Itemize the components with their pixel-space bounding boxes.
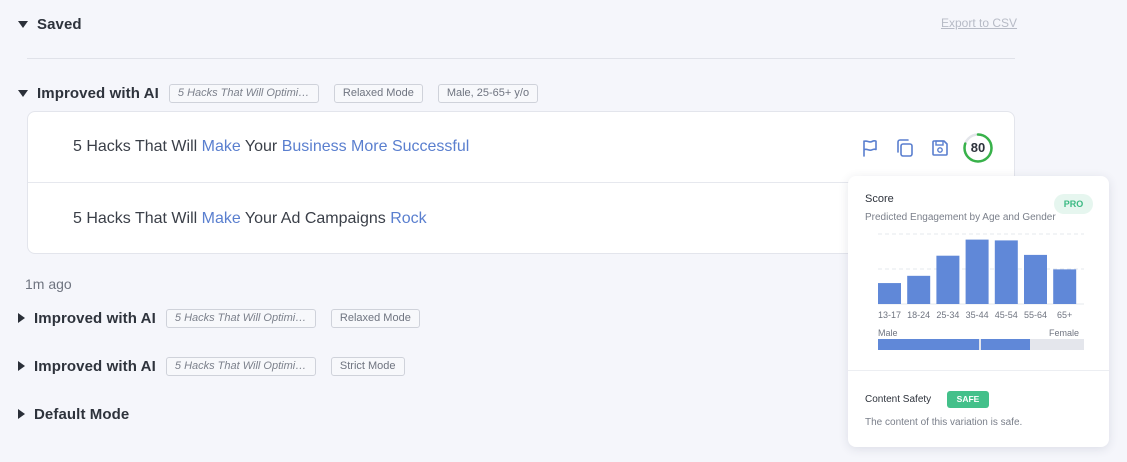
- text-segment: Your: [240, 138, 282, 155]
- divider: [848, 370, 1109, 371]
- content-safety-label: Content Safety: [865, 394, 932, 405]
- row-actions: 80: [846, 132, 994, 164]
- source-text-chip: 5 Hacks That Will Optimize Your Business: [165, 356, 316, 376]
- section-title: Improved with AI: [34, 309, 156, 327]
- variation-text: 5 Hacks That Will Make Your Ad Campaigns…: [73, 210, 427, 228]
- bar-45-54: [994, 240, 1018, 304]
- variation-text: 5 Hacks That Will Make Your Business Mor…: [73, 138, 469, 156]
- default-mode-header[interactable]: Default Mode: [18, 404, 139, 424]
- score-popover: Score Predicted Engagement by Age and Ge…: [848, 176, 1109, 447]
- ai-group-header[interactable]: Improved with AI 5 Hacks That Will Optim…: [18, 83, 553, 103]
- text-segment: 5 Hacks That Will: [73, 209, 202, 227]
- bar-35-44: [965, 239, 989, 304]
- content-safety-text: The content of this variation is safe.: [865, 417, 1023, 428]
- divider: [27, 58, 1015, 59]
- female-label: Female: [1049, 328, 1080, 338]
- export-csv-link[interactable]: Export to CSV: [941, 16, 1017, 30]
- source-text-chip: 5 Hacks That Will Optimize Your Business: [168, 83, 319, 103]
- caret-right-icon: [18, 409, 25, 419]
- male-label: Male: [878, 328, 898, 338]
- highlighted-word: Make: [201, 209, 241, 227]
- variation-row[interactable]: 5 Hacks That Will Make Your Business Mor…: [28, 112, 1014, 183]
- tick-label: 45-54: [995, 310, 1018, 320]
- section-title: Improved with AI: [34, 357, 156, 375]
- section-title: Default Mode: [34, 405, 130, 423]
- gender-bar: [878, 339, 1084, 350]
- caret-right-icon: [18, 313, 25, 323]
- highlighted-word: Make: [201, 138, 241, 155]
- engagement-chart: 13-17 18-24 25-34 35-44 45-54 55-64 65+: [878, 233, 1084, 320]
- text-segment: Your Ad Campaigns: [240, 209, 391, 227]
- bar-18-24: [907, 275, 931, 304]
- flag-icon[interactable]: [860, 138, 880, 158]
- tick-label: 25-34: [936, 310, 959, 320]
- score-value: 80: [970, 140, 986, 155]
- ai-group-header-collapsed[interactable]: Improved with AI 5 Hacks That Will Optim…: [18, 308, 435, 328]
- gender-bar-male: [878, 339, 979, 350]
- score-ring[interactable]: 80: [962, 132, 994, 164]
- bar-13-17: [878, 283, 901, 304]
- tick-label: 55-64: [1024, 310, 1047, 320]
- tick-label: 13-17: [878, 310, 901, 320]
- highlighted-word: Rock: [390, 209, 427, 227]
- caret-right-icon: [18, 361, 25, 371]
- caret-down-icon: [18, 89, 28, 97]
- safe-badge: SAFE: [947, 391, 989, 408]
- ai-group-header-collapsed[interactable]: Improved with AI 5 Hacks That Will Optim…: [18, 356, 420, 376]
- bar-25-34: [936, 255, 960, 304]
- mode-chip: Strict Mode: [330, 356, 405, 376]
- tick-label: 65+: [1057, 310, 1072, 320]
- save-icon[interactable]: [930, 138, 950, 158]
- timestamp: 1m ago: [25, 276, 72, 292]
- copy-icon[interactable]: [894, 137, 916, 159]
- tick-label: 35-44: [966, 310, 989, 320]
- highlighted-word: Business More Successful: [281, 138, 470, 155]
- section-title: Saved: [37, 15, 82, 33]
- text-segment: 5 Hacks That Will: [73, 138, 202, 155]
- caret-down-icon: [18, 20, 28, 28]
- saved-section-header[interactable]: Saved: [18, 14, 92, 34]
- section-title: Improved with AI: [37, 84, 159, 102]
- source-text-chip: 5 Hacks That Will Optimize Your Business: [165, 308, 316, 328]
- audience-chip: Male, 25-65+ y/o: [437, 83, 539, 103]
- tick-label: 18-24: [907, 310, 930, 320]
- mode-chip: Relaxed Mode: [333, 83, 423, 103]
- bar-55-64: [1024, 254, 1047, 304]
- mode-chip: Relaxed Mode: [330, 308, 420, 328]
- gender-bar-female: [980, 339, 1031, 350]
- bar-65+: [1053, 269, 1077, 304]
